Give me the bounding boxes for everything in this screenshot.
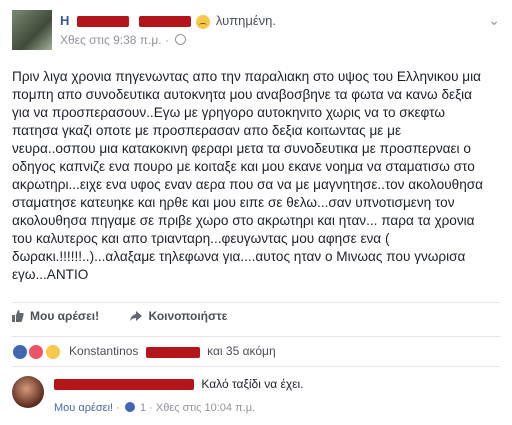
- share-arrow-icon: [130, 311, 143, 321]
- author-line: Η λυπημένη.: [60, 13, 276, 29]
- commenter-avatar[interactable]: [12, 376, 44, 408]
- post-body-line: ακρωτηρι...ειχε ενα υφος εναν αερα που σ…: [12, 177, 484, 192]
- redacted-name: [145, 346, 200, 358]
- feeling-text: λυπημένη.: [215, 13, 277, 28]
- chevron-down-icon[interactable]: ⌄: [488, 12, 500, 29]
- reactions-more[interactable]: και 35 ακόμη: [207, 344, 276, 358]
- reactions-summary[interactable]: Konstantinos και 35 ακόμη: [12, 344, 276, 360]
- post-card: Η λυπημένη. Χθες στις 9:38 π.μ. · ⌄ Πριν…: [0, 0, 512, 425]
- divider: [12, 366, 500, 367]
- reactor-name[interactable]: Konstantinos: [69, 344, 138, 358]
- post-body-line: δωρακι.!!!!!!..)...αλαξαμε τηλεφωνα για.…: [12, 249, 466, 264]
- globe-icon: [175, 34, 187, 45]
- share-button[interactable]: Κοινοποιήστε: [130, 309, 227, 323]
- post-actions: Μου αρέσει! Κοινοποιήστε: [12, 309, 500, 331]
- like-label: Μου αρέσει!: [30, 309, 100, 323]
- comment-bubble: Καλό ταξίδι να έχει.: [54, 377, 303, 391]
- like-reaction-icon: [12, 344, 28, 360]
- post-body-line: οδηγος καπνιζε ενα πουρο με κοιταξε και …: [12, 159, 475, 174]
- like-count-icon: [124, 402, 135, 412]
- author-name[interactable]: Η: [60, 13, 69, 28]
- comment-timestamp[interactable]: Χθες στις 10:04 π.μ.: [156, 402, 255, 414]
- post-meta: Χθες στις 9:38 π.μ. ·: [60, 33, 187, 47]
- post-timestamp[interactable]: Χθες στις 9:38 π.μ.: [60, 33, 162, 47]
- post-body-line: Πριν λιγα χρονια πηγενωντας απο την παρα…: [12, 69, 481, 84]
- comment-text: Καλό ταξίδι να έχει.: [201, 377, 304, 391]
- post-body-line: νευρα..οσπου μια κατακοκινη φεραρι μετα …: [12, 141, 471, 156]
- comment-meta: Μου αρέσει! · 1 · Χθες στις 10:04 π.μ.: [54, 402, 256, 414]
- thumbs-up-icon: [12, 310, 24, 322]
- love-reaction-icon: [28, 344, 45, 360]
- redacted-name: [77, 16, 130, 28]
- comment-like-count[interactable]: 1: [140, 402, 146, 414]
- comment-like-button[interactable]: Μου αρέσει!: [54, 402, 113, 414]
- sad-emoji-icon: [196, 14, 211, 29]
- author-avatar[interactable]: [12, 10, 52, 50]
- post-body-line: ακολουθησα πηγαμε σε πριβε χωρο στο ακρω…: [12, 213, 475, 228]
- post-body: Πριν λιγα χρονια πηγενωντας απο την παρα…: [12, 68, 502, 284]
- post-body-line: εγω...ΑΝΤΙΟ: [12, 267, 89, 282]
- sad-reaction-icon: [44, 344, 61, 360]
- divider: [12, 302, 500, 303]
- comment: Καλό ταξίδι να έχει. Μου αρέσει! · 1 · Χ…: [12, 374, 500, 420]
- post-body-line: του καλυτερος και απο τριανταρη...φευγων…: [12, 231, 390, 246]
- divider: [12, 336, 500, 337]
- redacted-commenter-name: [54, 379, 194, 391]
- post-header: Η λυπημένη. Χθες στις 9:38 π.μ. · ⌄: [12, 10, 500, 54]
- redacted-name-2: [138, 16, 191, 28]
- post-body-line: πομπη απο συνοδευτικα αυτοκνητα μου αναβ…: [12, 87, 473, 102]
- share-label: Κοινοποιήστε: [148, 309, 228, 323]
- post-body-line: σταματησε κατευηκε και ηρθε και μου ειπε…: [12, 195, 455, 210]
- post-body-line: πατησα γκαζι οποτε με προσπερασαν απο δε…: [12, 123, 402, 138]
- like-button[interactable]: Μου αρέσει!: [12, 309, 99, 323]
- post-body-line: για να προσπερασουν..Εγω με γρηγορο αυτο…: [12, 105, 445, 120]
